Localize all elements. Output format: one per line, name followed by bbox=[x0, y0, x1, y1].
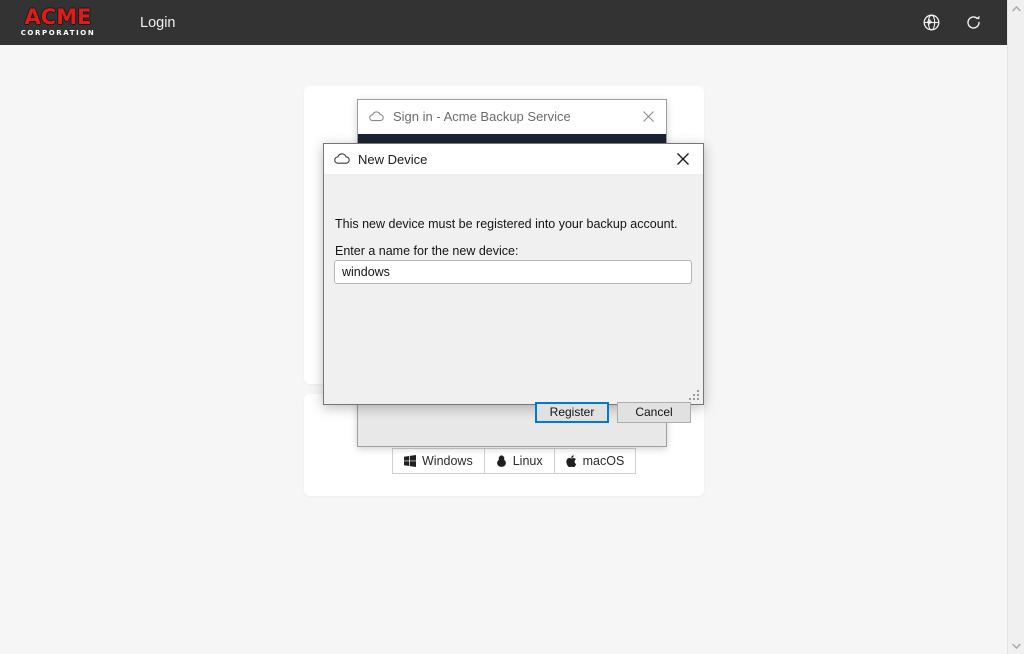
os-button-linux[interactable]: Linux bbox=[483, 448, 554, 474]
page-scrollbar[interactable] bbox=[1007, 0, 1024, 654]
os-button-macos[interactable]: macOS bbox=[553, 448, 637, 474]
os-button-windows[interactable]: Windows bbox=[392, 448, 484, 474]
signin-window-title: Sign in - Acme Backup Service bbox=[393, 109, 571, 124]
navbar-actions bbox=[921, 13, 1007, 33]
top-navbar: ACME CORPORATION Login bbox=[0, 0, 1007, 45]
new-device-dialog-body: This new device must be registered into … bbox=[324, 174, 703, 423]
device-name-input[interactable] bbox=[334, 260, 692, 284]
new-device-dialog: New Device This new device must be regis… bbox=[323, 143, 704, 423]
new-device-dialog-title: New Device bbox=[358, 151, 428, 167]
cloud-icon bbox=[369, 111, 384, 122]
windows-icon bbox=[404, 455, 416, 467]
nav-link-login[interactable]: Login bbox=[136, 9, 179, 37]
chevron-down-icon[interactable] bbox=[1008, 637, 1024, 654]
register-button[interactable]: Register bbox=[535, 402, 609, 423]
apple-icon bbox=[565, 455, 577, 467]
new-device-message: This new device must be registered into … bbox=[335, 217, 678, 231]
chevron-up-icon[interactable] bbox=[1008, 0, 1024, 17]
signin-close-icon[interactable] bbox=[630, 100, 666, 133]
new-device-dialog-buttons: Register Cancel bbox=[535, 402, 691, 423]
new-device-close-icon[interactable] bbox=[663, 145, 703, 174]
cloud-icon bbox=[334, 153, 350, 165]
globe-icon[interactable] bbox=[921, 13, 941, 33]
device-name-label: Enter a name for the new device: bbox=[335, 244, 519, 258]
os-button-macos-label: macOS bbox=[582, 454, 625, 468]
register-button-label: Register bbox=[549, 405, 595, 419]
logo-acme-text: ACME bbox=[24, 5, 92, 29]
os-button-linux-label: Linux bbox=[512, 454, 543, 468]
new-device-titlebar[interactable]: New Device bbox=[324, 144, 703, 174]
signin-window-titlebar[interactable]: Sign in - Acme Backup Service bbox=[358, 100, 666, 134]
os-selector-group: Windows Linux macOS bbox=[392, 448, 637, 474]
app-root: ACME CORPORATION Login Windows Linux mac… bbox=[0, 0, 1024, 654]
cancel-button-label: Cancel bbox=[635, 405, 673, 419]
refresh-icon[interactable] bbox=[963, 13, 983, 33]
new-device-resize-grip[interactable] bbox=[689, 390, 700, 401]
os-button-windows-label: Windows bbox=[422, 454, 473, 468]
logo-corporation-text: CORPORATION bbox=[20, 29, 96, 37]
cancel-button[interactable]: Cancel bbox=[617, 402, 691, 423]
acme-logo[interactable]: ACME CORPORATION bbox=[14, 6, 102, 40]
linux-penguin-icon bbox=[496, 455, 507, 467]
